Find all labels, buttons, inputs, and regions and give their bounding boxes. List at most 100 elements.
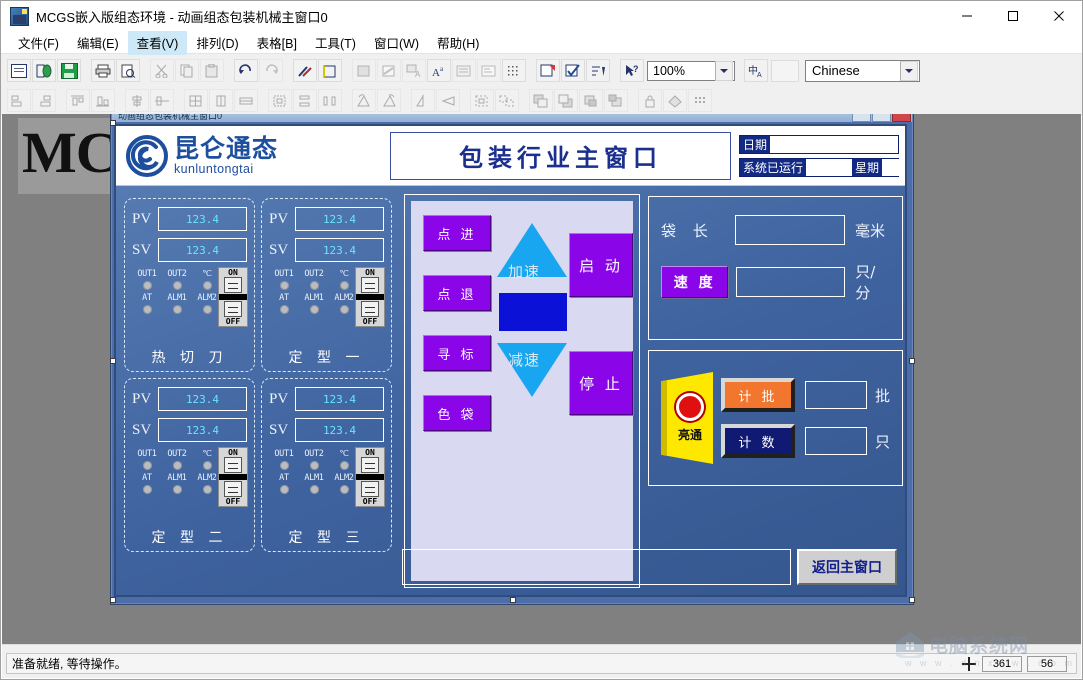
stop-button[interactable]: 停 止 (569, 351, 633, 415)
selection-handle[interactable] (909, 597, 915, 603)
indicator-lamp[interactable]: 亮通 (661, 372, 713, 464)
batch-button[interactable]: 计 批 (721, 378, 795, 412)
new-window-icon[interactable] (7, 59, 31, 82)
align-top-icon[interactable] (66, 89, 90, 112)
color-bag-button[interactable]: 色 袋 (423, 395, 491, 431)
count-button[interactable]: 计 数 (721, 424, 795, 458)
zoom-dropdown-arrow[interactable] (715, 60, 733, 81)
message-field[interactable] (402, 549, 791, 585)
power-switch[interactable]: ON OFF (218, 447, 248, 507)
selection-handle[interactable] (909, 358, 915, 364)
mdi-maximize-icon[interactable] (872, 114, 891, 122)
font-icon[interactable]: Aa (427, 59, 451, 82)
menu-table[interactable]: 表格[B] (248, 30, 306, 55)
align-right-icon[interactable] (32, 89, 56, 112)
zoom-combo[interactable]: 100% (647, 60, 735, 81)
jog-forward-button[interactable]: 点 进 (423, 215, 491, 251)
same-size-icon[interactable] (184, 89, 208, 112)
fill-pattern-icon[interactable] (663, 89, 687, 112)
menu-window[interactable]: 窗口(W) (365, 30, 428, 55)
power-switch[interactable]: ON OFF (355, 447, 385, 507)
maximize-icon[interactable] (990, 1, 1036, 31)
selection-handle[interactable] (510, 597, 516, 603)
close-icon[interactable] (1036, 1, 1082, 31)
menu-view[interactable]: 查看(V) (127, 29, 188, 55)
line-color-icon[interactable] (377, 59, 401, 82)
jog-back-button[interactable]: 点 退 (423, 275, 491, 311)
language-blank-field[interactable] (771, 59, 799, 82)
same-height-icon[interactable] (209, 89, 233, 112)
align-bottom-icon[interactable] (91, 89, 115, 112)
print-preview-icon[interactable] (116, 59, 140, 82)
paragraph-icon[interactable] (477, 59, 501, 82)
menu-file[interactable]: 文件(F) (9, 30, 68, 55)
text-color-icon[interactable]: A (402, 59, 426, 82)
language-icon[interactable]: 中A (744, 59, 768, 82)
rotate-right-icon[interactable] (377, 89, 401, 112)
return-main-window-button[interactable]: 返回主窗口 (797, 549, 897, 585)
menu-edit[interactable]: 编辑(E) (68, 30, 128, 55)
selection-handle[interactable] (110, 358, 116, 364)
align-text-icon[interactable] (452, 59, 476, 82)
flip-vertical-icon[interactable] (411, 89, 435, 112)
lock-icon[interactable] (638, 89, 662, 112)
dots-icon[interactable] (688, 89, 712, 112)
bring-front-icon[interactable] (529, 89, 553, 112)
space-evenly-icon[interactable] (268, 89, 292, 112)
copy-icon[interactable] (175, 59, 199, 82)
grid-icon[interactable] (502, 59, 526, 82)
mdi-minimize-icon[interactable] (852, 114, 871, 122)
space-horizontal-icon[interactable] (318, 89, 342, 112)
group-icon[interactable] (470, 89, 494, 112)
selection-handle[interactable] (110, 597, 116, 603)
language-combo[interactable]: Chinese (805, 59, 920, 82)
fill-color-icon[interactable] (352, 59, 376, 82)
selection-handle[interactable] (110, 120, 116, 126)
cut-icon[interactable] (150, 59, 174, 82)
print-icon[interactable] (91, 59, 115, 82)
find-mark-button[interactable]: 寻 标 (423, 335, 491, 371)
align-left-icon[interactable] (7, 89, 31, 112)
toolbox-icon[interactable] (318, 59, 342, 82)
pv-field[interactable]: 123.4 (158, 387, 247, 411)
window-properties-icon[interactable] (32, 59, 56, 82)
backward-icon[interactable] (604, 89, 628, 112)
redo-icon[interactable] (259, 59, 283, 82)
tools-icon[interactable] (293, 59, 317, 82)
space-vertical-icon[interactable] (293, 89, 317, 112)
speed-button[interactable]: 速 度 (661, 266, 729, 298)
menu-arrange[interactable]: 排列(D) (187, 30, 247, 55)
batch-input[interactable] (805, 381, 867, 409)
sv-field[interactable]: 123.4 (295, 238, 384, 262)
center-horizontal-icon[interactable] (150, 89, 174, 112)
sv-field[interactable]: 123.4 (295, 418, 384, 442)
properties-icon[interactable] (536, 59, 560, 82)
power-switch[interactable]: ON OFF (218, 267, 248, 327)
minimize-icon[interactable] (944, 1, 990, 31)
same-width-icon[interactable] (234, 89, 258, 112)
speed-input[interactable] (736, 267, 846, 297)
help-pointer-icon[interactable]: ? (620, 59, 644, 82)
sv-field[interactable]: 123.4 (158, 238, 247, 262)
mdi-close-icon[interactable] (892, 114, 911, 122)
rotate-left-icon[interactable] (352, 89, 376, 112)
language-dropdown-arrow[interactable] (900, 60, 918, 81)
paste-icon[interactable] (200, 59, 224, 82)
forward-icon[interactable] (579, 89, 603, 112)
undo-icon[interactable] (234, 59, 258, 82)
start-button[interactable]: 启 动 (569, 233, 633, 297)
ungroup-icon[interactable] (495, 89, 519, 112)
send-back-icon[interactable] (554, 89, 578, 112)
menu-help[interactable]: 帮助(H) (428, 30, 488, 55)
sv-field[interactable]: 123.4 (158, 418, 247, 442)
bag-length-input[interactable] (735, 215, 845, 245)
flip-horizontal-icon[interactable] (436, 89, 460, 112)
check-icon[interactable] (561, 59, 585, 82)
save-icon[interactable] (57, 59, 81, 82)
pv-field[interactable]: 123.4 (295, 207, 384, 231)
sort-icon[interactable] (586, 59, 610, 82)
count-input[interactable] (805, 427, 867, 455)
pv-field[interactable]: 123.4 (158, 207, 247, 231)
center-vertical-icon[interactable] (125, 89, 149, 112)
pv-field[interactable]: 123.4 (295, 387, 384, 411)
